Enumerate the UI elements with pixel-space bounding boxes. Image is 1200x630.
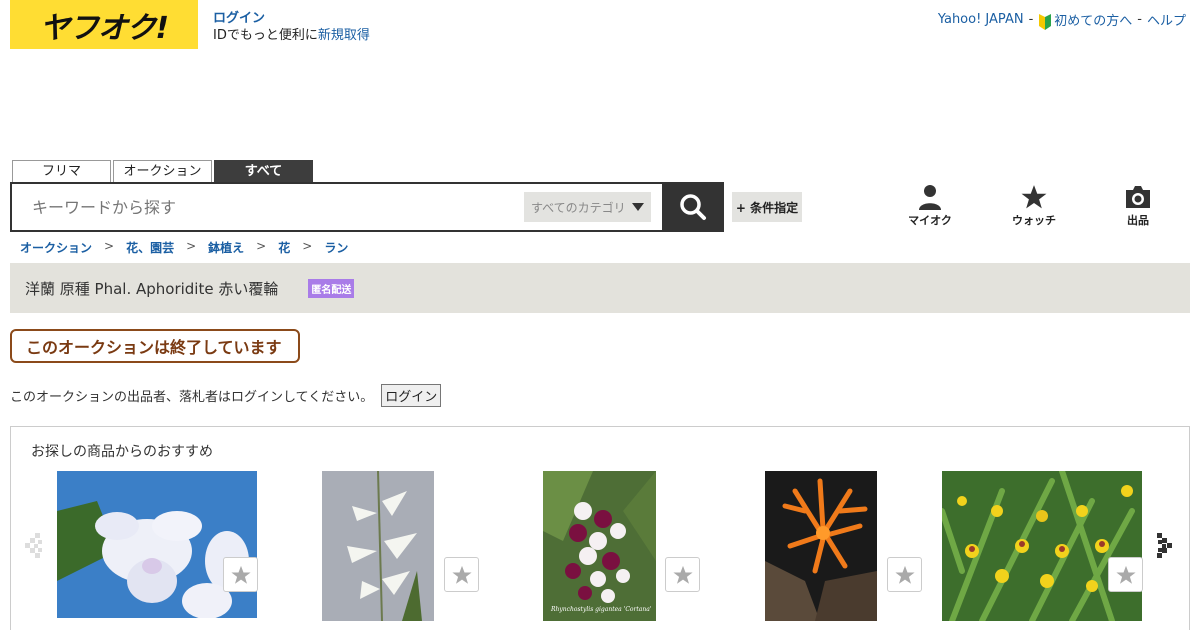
login-block: ログイン IDでもっと便利に新規取得 — [213, 10, 370, 44]
watch-label: ウォッチ — [1012, 214, 1056, 227]
tab-auction[interactable]: オークション — [113, 160, 212, 183]
breadcrumb-auction[interactable]: オークション — [20, 239, 92, 256]
chevron-right-icon — [1157, 533, 1172, 558]
star-icon — [672, 565, 693, 584]
star-icon — [1021, 185, 1047, 209]
beginner-mark-icon — [1039, 13, 1052, 30]
breadcrumb-flower[interactable]: 花 — [278, 239, 290, 256]
search-tabs: フリマ オークション すべて — [12, 160, 313, 183]
login-note: このオークションの出品者、落札者はログインしてください。 ログイン — [10, 384, 442, 407]
page-title: 洋蘭 原種 Phal. Aphoridite 赤い覆輪 — [25, 279, 279, 298]
watch-toggle[interactable] — [223, 557, 258, 592]
caret-down-icon — [631, 203, 644, 211]
sell-label: 出品 — [1127, 214, 1149, 227]
beginner-link-label: 初めての方へ — [1054, 14, 1133, 29]
auction-ended-notice: このオークションは終了しています — [10, 329, 300, 363]
help-link[interactable]: ヘルプ — [1147, 10, 1186, 29]
user-icon — [919, 185, 941, 210]
star-icon — [1115, 565, 1136, 584]
search-input[interactable] — [12, 185, 524, 229]
breadcrumb-orchid[interactable]: ラン — [324, 239, 348, 256]
camera-icon — [1126, 186, 1150, 208]
item-title-bar: 洋蘭 原種 Phal. Aphoridite 赤い覆輪 匿名配送 — [10, 263, 1190, 313]
myauction-button[interactable]: マイオク — [900, 184, 960, 228]
top-links: Yahoo! JAPAN - 初めての方へ - ヘルプ — [938, 10, 1186, 30]
search-icon — [680, 194, 706, 220]
yahoo-japan-link[interactable]: Yahoo! JAPAN — [938, 12, 1024, 27]
watch-toggle[interactable] — [887, 557, 922, 592]
product-image[interactable] — [942, 471, 1142, 621]
breadcrumb-separator: > — [302, 239, 313, 253]
sell-button[interactable]: 出品 — [1108, 184, 1168, 228]
star-icon — [894, 565, 915, 584]
beginner-link[interactable]: 初めての方へ — [1038, 10, 1132, 30]
breadcrumb-separator: > — [256, 239, 267, 253]
watch-toggle[interactable] — [665, 557, 700, 592]
logo-text: ヤフオク! — [39, 10, 169, 46]
product-image[interactable] — [57, 471, 257, 618]
breadcrumb-gardening[interactable]: 花、園芸 — [126, 239, 174, 256]
carousel-next-button[interactable] — [1155, 531, 1175, 563]
register-link[interactable]: 新規取得 — [318, 28, 370, 43]
product-image[interactable] — [322, 471, 434, 621]
myauction-label: マイオク — [908, 214, 952, 227]
tab-all[interactable]: すべて — [214, 160, 313, 183]
product-image[interactable] — [765, 471, 877, 621]
login-description: IDでもっと便利に — [213, 28, 318, 43]
breadcrumb-potted[interactable]: 鉢植え — [208, 239, 244, 256]
login-link[interactable]: ログイン — [213, 11, 265, 26]
login-note-text: このオークションの出品者、落札者はログインしてください。 — [10, 390, 374, 405]
product-image[interactable]: Rhynchostylis gigantea 'Cortana' — [543, 471, 656, 621]
breadcrumb-separator: > — [186, 239, 197, 253]
recommendation-panel: お探しの商品からのおすすめ Rhynchostylis gigantea 'Co… — [10, 426, 1190, 630]
recommendation-title: お探しの商品からのおすすめ — [31, 444, 213, 460]
watch-button[interactable]: ウォッチ — [1004, 184, 1064, 228]
search-box: すべてのカテゴリ — [10, 182, 724, 232]
carousel-prev-button[interactable] — [25, 531, 45, 563]
breadcrumb: オークション > 花、園芸 > 鉢植え > 花 > ラン — [20, 239, 348, 256]
search-button[interactable] — [662, 182, 724, 232]
advanced-search-button[interactable]: + 条件指定 — [732, 192, 802, 222]
separator: - — [1028, 12, 1034, 28]
separator: - — [1137, 12, 1142, 28]
category-select-label: すべてのカテゴリ — [531, 200, 626, 215]
image-caption: Rhynchostylis gigantea 'Cortana' — [550, 606, 652, 613]
tab-furima[interactable]: フリマ — [12, 160, 111, 183]
chevron-left-icon — [25, 533, 42, 558]
anonymous-shipping-badge: 匿名配送 — [308, 278, 355, 298]
yahuoku-logo[interactable]: ヤフオク! — [10, 0, 198, 49]
watch-toggle[interactable] — [444, 557, 479, 592]
category-select[interactable]: すべてのカテゴリ — [524, 192, 651, 222]
watch-toggle[interactable] — [1108, 557, 1143, 592]
login-button[interactable]: ログイン — [381, 384, 442, 407]
breadcrumb-separator: > — [104, 239, 115, 253]
star-icon — [451, 565, 472, 584]
star-icon — [230, 565, 251, 584]
